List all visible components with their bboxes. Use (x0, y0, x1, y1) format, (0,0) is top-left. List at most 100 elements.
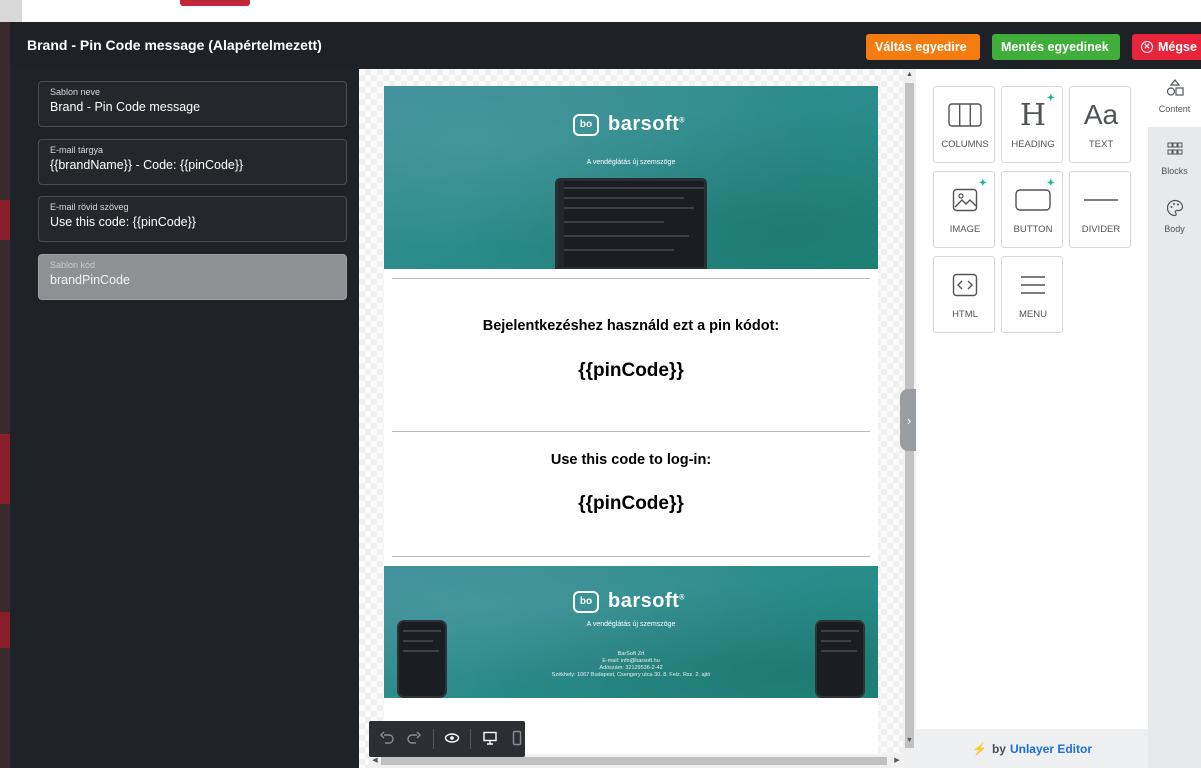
laptop-screenshot-image (555, 178, 707, 269)
pin-code-placeholder-2[interactable]: {{pinCode}} (384, 493, 878, 515)
background-edge (0, 0, 22, 22)
tool-label: HTML (952, 309, 978, 320)
laptop-row (564, 221, 664, 223)
pin-code-placeholder-1[interactable]: {{pinCode}} (384, 360, 878, 382)
columns-icon (934, 97, 996, 133)
template-code-field: Sablon kód brandPinCode (38, 254, 347, 300)
footer-email: E-mail: info@barsoft.hu (602, 658, 660, 664)
tab-blocks[interactable]: Blocks (1148, 131, 1201, 189)
shapes-icon (1148, 79, 1201, 97)
laptop-row (564, 207, 694, 209)
barsoft-logo: bo barsoft® (573, 113, 685, 136)
email-canvas[interactable]: bo barsoft® A vendéglátás új szemszöge B… (359, 69, 916, 768)
tool-button[interactable]: ✦ BUTTON (1001, 171, 1063, 248)
tool-label: TEXT (1088, 139, 1114, 150)
blocks-icon (1148, 141, 1201, 159)
footer-banner-image[interactable]: bo barsoft® A vendéglátás új szemszöge B… (384, 566, 878, 698)
field-value: Use this code: {{pinCode}} (50, 215, 196, 229)
tool-label: COLUMNS (941, 139, 989, 150)
logo-mark-icon: bo (573, 113, 599, 136)
laptop-row (564, 197, 684, 199)
laptop-row (564, 187, 704, 189)
template-editor-modal: Brand - Pin Code message (Alapértelmezet… (10, 22, 1201, 768)
divider[interactable] (392, 431, 870, 432)
modal-header: Brand - Pin Code message (Alapértelmezet… (10, 22, 1201, 69)
phone-row (821, 630, 859, 632)
desktop-icon[interactable] (481, 730, 498, 749)
phone-row (403, 630, 441, 632)
tool-heading[interactable]: ✦ H HEADING (1001, 86, 1063, 163)
laptop-row (564, 235, 689, 237)
email-body[interactable]: bo barsoft® A vendéglátás új szemszöge B… (384, 86, 878, 768)
field-value: {{brandName}} - Code: {{pinCode}} (50, 158, 244, 172)
palette-icon (1148, 199, 1201, 217)
laptop-sidebar (558, 181, 564, 267)
cancel-label: Mégse (1158, 40, 1197, 54)
background-stripe (0, 612, 10, 648)
unlayer-editor-link[interactable]: Unlayer Editor (1010, 742, 1092, 756)
footer-tax-number: Adószám: 32129536-2-42 (599, 665, 663, 671)
close-circle-icon: ✕ (1141, 41, 1153, 53)
registered-icon: ® (679, 594, 685, 602)
scrollbar-thumb[interactable] (381, 757, 887, 765)
logo-mark-icon: bo (573, 590, 599, 613)
logo-text: barsoft® (608, 113, 685, 136)
tool-label: DIVIDER (1081, 224, 1121, 235)
phone-row (821, 640, 851, 642)
editor-toolbar (369, 721, 525, 757)
tool-menu[interactable]: MENU (1001, 256, 1063, 333)
scroll-up-icon[interactable]: ▲ (903, 69, 916, 81)
scroll-right-icon[interactable]: ▶ (891, 754, 903, 768)
field-value: brandPinCode (50, 273, 130, 287)
header-banner-image[interactable]: bo barsoft® A vendéglátás új szemszöge (384, 86, 878, 269)
laptop-row (564, 249, 674, 251)
field-value: Brand - Pin Code message (50, 100, 201, 114)
tools-panel: COLUMNS ✦ H HEADING Aa TEXT ✦ IMAGE ✦ BU… (916, 69, 1148, 768)
template-name-field[interactable]: Sablon neve Brand - Pin Code message (38, 81, 347, 127)
hu-instruction-text[interactable]: Bejelentkezéshez használd ezt a pin kódo… (384, 318, 878, 334)
switch-to-custom-button[interactable]: Váltás egyedire (866, 34, 980, 60)
logo-word: barsoft (608, 113, 680, 135)
tool-columns[interactable]: COLUMNS (933, 86, 995, 163)
footer-address: Székhely: 1067 Budapest, Csengery utca 3… (551, 672, 711, 678)
registered-icon: ® (679, 117, 685, 125)
tab-body[interactable]: Body (1148, 189, 1201, 247)
tool-label: HEADING (1011, 139, 1055, 150)
eye-icon[interactable] (444, 730, 461, 749)
toolbar-separator (432, 729, 434, 749)
email-subject-field[interactable]: E-mail tárgya {{brandName}} - Code: {{pi… (38, 139, 347, 185)
undo-icon[interactable] (379, 730, 396, 749)
tool-image[interactable]: ✦ IMAGE (933, 171, 995, 248)
email-preview-text-field[interactable]: E-mail rövid szöveg Use this code: {{pin… (38, 196, 347, 242)
field-label: E-mail tárgya (50, 145, 104, 155)
background-page-top (0, 0, 1201, 22)
background-stripe (0, 434, 10, 504)
tagline: A vendéglátás új szemszöge (586, 159, 676, 166)
tool-label: IMAGE (949, 224, 981, 235)
toolbar-separator (470, 729, 472, 749)
text-icon: Aa (1083, 99, 1119, 130)
logo-word: barsoft (608, 590, 680, 612)
tab-content[interactable]: Content (1148, 69, 1201, 127)
footer-company: BarSoft Zrt (617, 651, 645, 657)
tool-text[interactable]: Aa TEXT (1069, 86, 1131, 163)
tab-label: Content (1158, 104, 1191, 114)
tool-label: MENU (1019, 309, 1047, 320)
tool-html[interactable]: HTML (933, 256, 995, 333)
en-instruction-text[interactable]: Use this code to log-in: (384, 452, 878, 468)
field-label: E-mail rövid szöveg (50, 202, 129, 212)
tab-label: Blocks (1161, 166, 1188, 176)
html-icon (934, 267, 996, 303)
divider[interactable] (392, 278, 870, 279)
mobile-icon[interactable] (508, 730, 525, 749)
redo-icon[interactable] (406, 730, 423, 749)
scroll-down-icon[interactable]: ▼ (903, 735, 916, 747)
save-as-custom-button[interactable]: Mentés egyedinek (992, 34, 1120, 60)
tool-divider[interactable]: DIVIDER (1069, 171, 1131, 248)
cancel-button[interactable]: ✕ Mégse (1132, 34, 1201, 60)
field-label: Sablon kód (50, 260, 96, 270)
tab-label: Body (1164, 224, 1185, 234)
modal-title: Brand - Pin Code message (Alapértelmezet… (27, 37, 322, 53)
divider-icon (1070, 182, 1132, 218)
divider[interactable] (392, 556, 870, 557)
